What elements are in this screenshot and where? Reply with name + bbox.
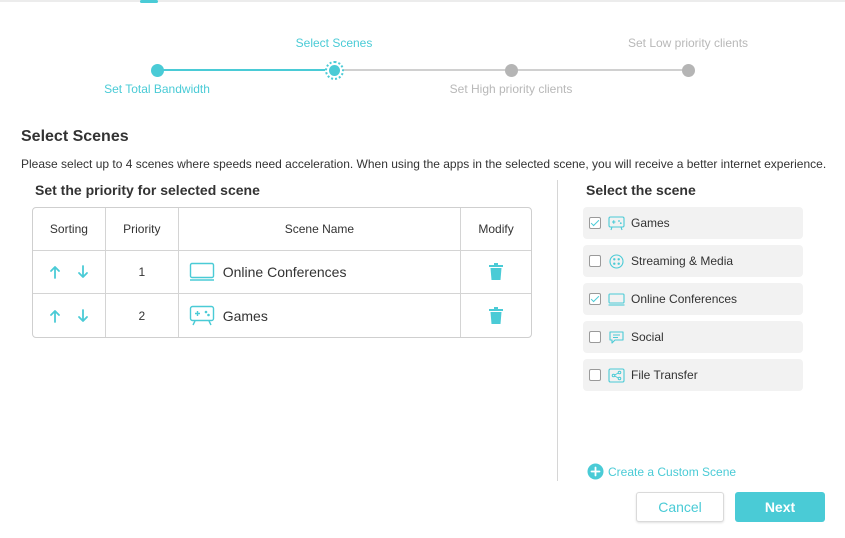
- scene-name-cell: Games: [179, 294, 462, 337]
- modal-top-indicator: [140, 0, 158, 3]
- monitor-icon: [608, 292, 625, 306]
- stepper-track-completed: [157, 69, 334, 71]
- scene-label: Streaming & Media: [631, 254, 734, 268]
- priority-value: 2: [106, 294, 179, 337]
- column-header-scene-name: Scene Name: [178, 208, 462, 251]
- plus-circle-icon: [587, 463, 604, 480]
- wizard-stepper: Set Total Bandwidth Select Scenes Set Hi…: [0, 30, 845, 100]
- step-label-low-priority: Set Low priority clients: [627, 36, 749, 50]
- step-label-select-scenes: Select Scenes: [295, 36, 373, 50]
- scene-name: Online Conferences: [222, 264, 347, 280]
- scene-option-online-conferences[interactable]: Online Conferences: [583, 283, 803, 315]
- gamepad-icon: [189, 305, 214, 325]
- sorting-cell: [33, 251, 106, 294]
- step-label-high-priority: Set High priority clients: [449, 82, 573, 96]
- move-up-arrow-icon[interactable]: [47, 308, 63, 324]
- priority-section-title: Set the priority for selected scene: [35, 182, 260, 198]
- modal-top-edge: [0, 0, 845, 2]
- scene-checkbox-streaming-media[interactable]: [589, 255, 601, 267]
- create-custom-scene-link[interactable]: Create a Custom Scene: [587, 463, 736, 480]
- scene-label: File Transfer: [631, 368, 698, 382]
- cancel-button[interactable]: Cancel: [636, 492, 724, 522]
- page-title: Select Scenes: [21, 128, 129, 145]
- priority-value: 1: [105, 251, 179, 294]
- scene-name: Games: [222, 307, 268, 324]
- scene-section-title: Select the scene: [586, 182, 696, 198]
- priority-table: Sorting Priority Scene Name Modify 1 Onl…: [32, 207, 532, 338]
- scene-label: Online Conferences: [631, 292, 738, 306]
- column-header-sorting: Sorting: [33, 208, 106, 251]
- scene-name-cell: Online Conferences: [178, 251, 462, 294]
- step-dot-select-scenes: [325, 61, 344, 80]
- gamepad-icon: [608, 215, 625, 230]
- scene-option-streaming-media[interactable]: Streaming & Media: [583, 245, 803, 277]
- table-row: 1 Online Conferences: [33, 251, 531, 294]
- scene-label: Social: [631, 330, 664, 344]
- scene-option-games[interactable]: Games: [583, 207, 803, 239]
- page-description: Please select up to 4 scenes where speed…: [21, 157, 827, 171]
- modify-cell: [461, 251, 531, 294]
- share-icon: [608, 367, 625, 383]
- step-dot-total-bandwidth: [151, 64, 164, 77]
- step-label-total-bandwidth: Set Total Bandwidth: [104, 82, 210, 96]
- next-button[interactable]: Next: [735, 492, 825, 522]
- trash-icon[interactable]: [488, 306, 504, 325]
- scene-option-file-transfer[interactable]: File Transfer: [583, 359, 803, 391]
- scene-checkbox-games[interactable]: [589, 217, 601, 229]
- move-down-arrow-icon[interactable]: [75, 264, 91, 280]
- scene-label: Games: [631, 216, 670, 230]
- chat-icon: [609, 330, 624, 344]
- streaming-icon: [609, 253, 624, 269]
- trash-icon[interactable]: [488, 263, 504, 281]
- scene-option-social[interactable]: Social: [583, 321, 803, 353]
- monitor-icon: [189, 262, 214, 281]
- table-header-row: Sorting Priority Scene Name Modify: [33, 208, 531, 251]
- move-up-arrow-icon[interactable]: [47, 264, 63, 280]
- scene-checkbox-online-conferences[interactable]: [589, 293, 601, 305]
- column-header-priority: Priority: [105, 208, 179, 251]
- panel-divider: [557, 180, 558, 481]
- move-down-arrow-icon[interactable]: [75, 308, 91, 324]
- scene-checkbox-file-transfer[interactable]: [589, 369, 601, 381]
- create-custom-scene-label: Create a Custom Scene: [608, 464, 737, 479]
- scene-list: Games Streaming & Media Online Conferenc…: [583, 207, 803, 397]
- scene-checkbox-social[interactable]: [589, 331, 601, 343]
- column-header-modify: Modify: [461, 208, 531, 251]
- step-dot-low-priority: [682, 64, 695, 77]
- sorting-cell: [33, 294, 106, 337]
- modify-cell: [461, 294, 531, 337]
- step-dot-high-priority: [505, 64, 518, 77]
- table-row: 2 Games: [33, 294, 531, 337]
